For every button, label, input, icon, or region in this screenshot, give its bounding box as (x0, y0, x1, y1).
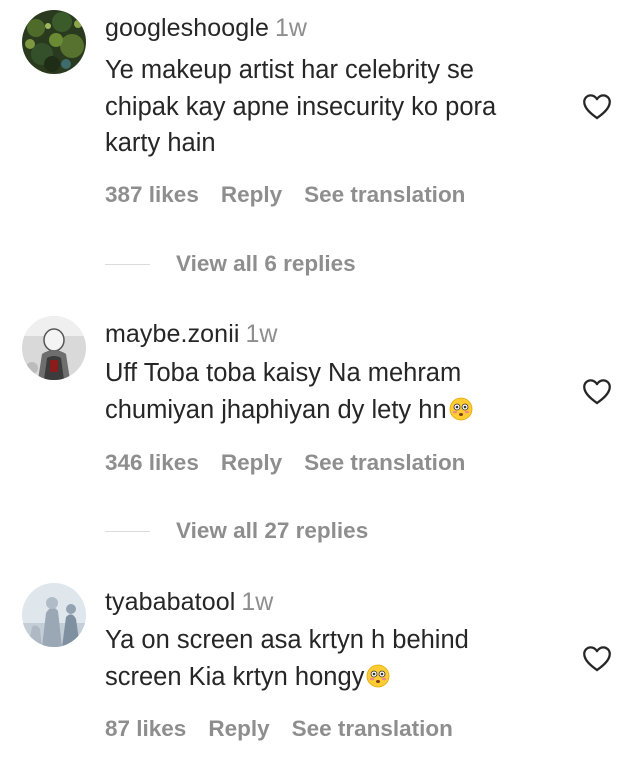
view-replies-label: View all 27 replies (176, 518, 369, 543)
comment-text-line: screen Kia krtyn hongy (105, 662, 365, 691)
view-replies-button[interactable]: View all 27 replies (105, 518, 368, 544)
replies-divider (105, 263, 150, 265)
comment-text-line: Uff Toba toba kaisy Na mehram (105, 359, 462, 387)
comment-timestamp: 1w (241, 588, 274, 616)
comment-text-line: chipak kay apne insecurity ko pora (105, 92, 497, 121)
comment-username[interactable]: tyababatool (105, 588, 235, 616)
comment-text-line: chumiyan jhaphiyan dy lety hn (105, 395, 447, 424)
replies-divider (105, 530, 150, 532)
avatar[interactable] (22, 316, 86, 380)
likes-count[interactable]: 346 likes (105, 450, 199, 475)
see-translation-button[interactable]: See translation (304, 182, 465, 207)
likes-count[interactable]: 387 likes (105, 182, 199, 207)
reply-button[interactable]: Reply (221, 450, 282, 475)
comment-text-line: Ye makeup artist har celebrity se (105, 56, 474, 84)
likes-count[interactable]: 87 likes (105, 716, 186, 741)
comment-text: Ye makeup artist har celebrity se chipak… (105, 52, 565, 162)
see-translation-button[interactable]: See translation (304, 450, 465, 475)
reply-button[interactable]: Reply (221, 182, 282, 207)
heart-outline-icon[interactable] (580, 374, 614, 408)
avatar-image (22, 583, 86, 647)
avatar-image (22, 10, 86, 74)
view-replies-label: View all 6 replies (176, 251, 356, 276)
flushed-face-emoji-icon (366, 664, 390, 687)
reply-button[interactable]: Reply (208, 716, 269, 741)
view-replies-button[interactable]: View all 6 replies (105, 251, 356, 277)
comment-username[interactable]: maybe.zonii (105, 320, 240, 348)
flushed-face-emoji-icon (449, 397, 473, 420)
comment-timestamp: 1w (245, 320, 278, 348)
comment-text: Ya on screen asa krtyn h behind screen K… (105, 622, 565, 695)
comment-text-line: Ya on screen asa krtyn h behind (105, 626, 469, 654)
see-translation-button[interactable]: See translation (292, 716, 453, 741)
comment-text: Uff Toba toba kaisy Na mehram chumiyan j… (105, 355, 565, 428)
comment-text-line: karty hain (105, 129, 216, 157)
comment-username[interactable]: googleshoogle (105, 14, 269, 42)
avatar-image (22, 316, 86, 380)
avatar[interactable] (22, 10, 86, 74)
avatar[interactable] (22, 583, 86, 647)
heart-outline-icon[interactable] (580, 89, 614, 123)
comment-timestamp: 1w (274, 14, 307, 42)
heart-outline-icon[interactable] (580, 641, 614, 675)
